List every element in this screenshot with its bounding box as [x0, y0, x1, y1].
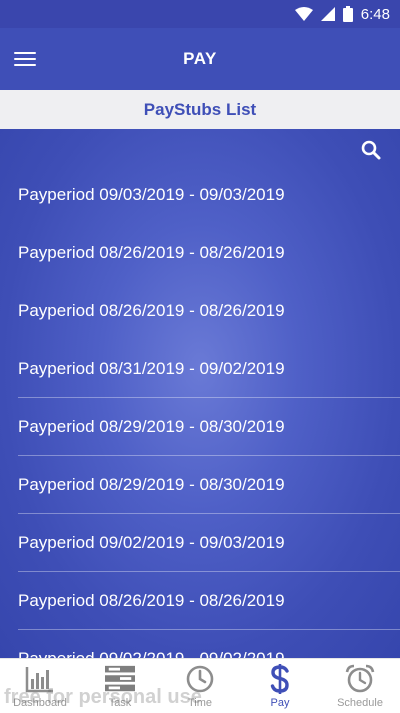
paystub-label: Payperiod 09/02/2019 - 09/02/2019 [18, 648, 285, 659]
paystub-label: Payperiod 08/29/2019 - 08/30/2019 [18, 416, 285, 436]
paystub-item[interactable]: Payperiod 09/02/2019 - 09/03/2019 [18, 514, 400, 572]
dollar-icon [265, 664, 295, 694]
menu-icon[interactable] [14, 47, 38, 71]
alarm-clock-icon [345, 664, 375, 694]
paystubs-list-header: PayStubs List [0, 90, 400, 129]
paystub-item[interactable]: Payperiod 09/02/2019 - 09/02/2019 [18, 630, 400, 659]
paystub-label: Payperiod 08/29/2019 - 08/30/2019 [18, 474, 285, 494]
nav-label: Time [187, 697, 213, 709]
nav-pay[interactable]: Pay [240, 659, 320, 713]
page-title: PAY [183, 49, 217, 68]
paystub-item[interactable]: Payperiod 08/29/2019 - 08/30/2019 [18, 456, 400, 514]
paystub-item[interactable]: Payperiod 09/03/2019 - 09/03/2019 [18, 166, 400, 224]
bottom-nav: Dashboard Task Time Pay Schedule [0, 658, 400, 713]
paystub-label: Payperiod 08/31/2019 - 09/02/2019 [18, 358, 285, 378]
nav-time[interactable]: Time [160, 659, 240, 713]
signal-icon [320, 7, 335, 21]
nav-task[interactable]: Task [80, 659, 160, 713]
nav-dashboard[interactable]: Dashboard [0, 659, 80, 713]
paystubs-list: Payperiod 09/03/2019 - 09/03/2019 Payper… [0, 166, 400, 658]
paystub-item[interactable]: Payperiod 08/26/2019 - 08/26/2019 [18, 282, 400, 340]
paystub-label: Payperiod 08/26/2019 - 08/26/2019 [18, 300, 285, 320]
paystub-label: Payperiod 09/02/2019 - 09/03/2019 [18, 532, 285, 552]
nav-label: Pay [270, 697, 290, 709]
paystub-label: Payperiod 08/26/2019 - 08/26/2019 [18, 242, 285, 262]
paystub-item[interactable]: Payperiod 08/31/2019 - 09/02/2019 [18, 340, 400, 398]
task-list-icon [105, 664, 135, 694]
paystub-item[interactable]: Payperiod 08/26/2019 - 08/26/2019 [18, 224, 400, 282]
search-icon[interactable] [360, 139, 382, 161]
paystub-item[interactable]: Payperiod 08/26/2019 - 08/26/2019 [18, 572, 400, 630]
paystub-item[interactable]: Payperiod 08/29/2019 - 08/30/2019 [18, 398, 400, 456]
paystub-label: Payperiod 08/26/2019 - 08/26/2019 [18, 590, 285, 610]
status-bar: 6:48 [0, 0, 400, 28]
clock-icon [185, 664, 215, 694]
battery-icon [342, 6, 353, 22]
nav-schedule[interactable]: Schedule [320, 659, 400, 713]
app-bar: PAY [0, 28, 400, 90]
nav-label: Dashboard [13, 697, 67, 709]
nav-label: Schedule [337, 697, 383, 709]
status-time: 6:48 [360, 5, 390, 23]
paystub-label: Payperiod 09/03/2019 - 09/03/2019 [18, 184, 285, 204]
bar-chart-icon [25, 664, 55, 694]
paystubs-content: Payperiod 09/03/2019 - 09/03/2019 Payper… [0, 129, 400, 658]
wifi-icon [294, 7, 313, 21]
nav-label: Task [108, 697, 132, 709]
